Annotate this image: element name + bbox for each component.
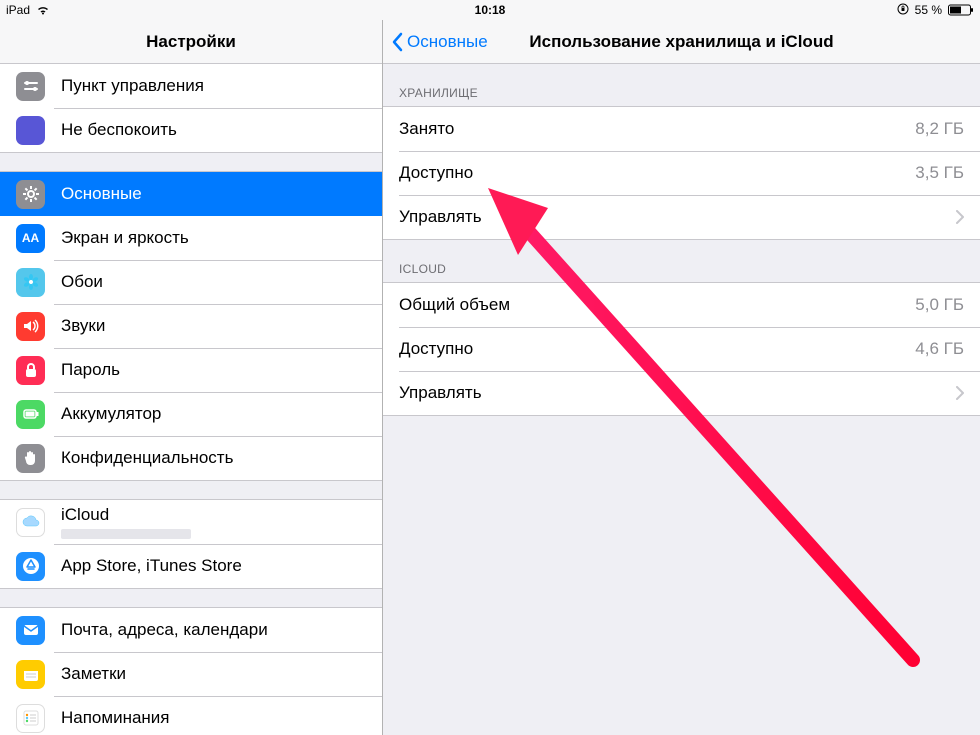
detail-row-storage-avail: Доступно 3,5 ГБ (383, 151, 980, 195)
carrier-label: iPad (6, 3, 30, 17)
notes-icon (16, 660, 45, 689)
sidebar-item-label: Аккумулятор (61, 404, 161, 424)
sidebar-item-dnd[interactable]: Не беспокоить (0, 108, 382, 152)
detail-row-storage-manage[interactable]: Управлять (383, 195, 980, 239)
row-value: 8,2 ГБ (915, 119, 964, 139)
battery-icon (16, 400, 45, 429)
row-label: Занято (399, 119, 454, 139)
sidebar-item-passcode[interactable]: Пароль (0, 348, 382, 392)
detail-pane: Основные Использование хранилища и iClou… (383, 20, 980, 735)
moon-icon (16, 116, 45, 145)
detail-title: Использование хранилища и iCloud (529, 32, 833, 52)
row-label: Доступно (399, 163, 473, 183)
chevron-left-icon (391, 32, 403, 52)
sidebar-item-sounds[interactable]: Звуки (0, 304, 382, 348)
switches-icon (16, 72, 45, 101)
sidebar-item-label: Почта, адреса, календари (61, 620, 268, 640)
sidebar-item-control-center[interactable]: Пункт управления (0, 64, 382, 108)
sidebar-item-label: Конфиденциальность (61, 448, 233, 468)
back-label: Основные (407, 32, 488, 52)
chevron-right-icon (956, 386, 964, 400)
sidebar-item-wallpaper[interactable]: Обои (0, 260, 382, 304)
sidebar-item-label: Основные (61, 184, 142, 204)
detail-navbar: Основные Использование хранилища и iClou… (383, 20, 980, 64)
row-label: Управлять (399, 207, 482, 227)
section-header: ICLOUD (383, 240, 980, 282)
sidebar-item-label: Пункт управления (61, 76, 204, 96)
section-header: ХРАНИЛИЩЕ (383, 64, 980, 106)
sidebar-item-label: Звуки (61, 316, 105, 336)
sidebar-item-general[interactable]: Основные (0, 172, 382, 216)
speaker-icon (16, 312, 45, 341)
sidebar-item-stores[interactable]: App Store, iTunes Store (0, 544, 382, 588)
sidebar-item-privacy[interactable]: Конфиденциальность (0, 436, 382, 480)
chevron-right-icon (956, 210, 964, 224)
sidebar-item-label: iCloud (61, 505, 191, 525)
lock-icon (16, 356, 45, 385)
row-label: Управлять (399, 383, 482, 403)
detail-row-icloud-manage[interactable]: Управлять (383, 371, 980, 415)
row-value: 5,0 ГБ (915, 295, 964, 315)
sidebar-item-label: Напоминания (61, 708, 170, 728)
mail-icon (16, 616, 45, 645)
sidebar-item-label: Заметки (61, 664, 126, 684)
row-value: 3,5 ГБ (915, 163, 964, 183)
sidebar-item-notes[interactable]: Заметки (0, 652, 382, 696)
sidebar-item-label: App Store, iTunes Store (61, 556, 242, 576)
battery-icon (948, 4, 974, 16)
sidebar-item-label: Экран и яркость (61, 228, 189, 248)
status-time: 10:18 (475, 3, 506, 17)
wifi-icon (36, 5, 50, 15)
battery-pct: 55 % (915, 3, 942, 17)
row-value: 4,6 ГБ (915, 339, 964, 359)
sidebar-item-label: Не беспокоить (61, 120, 177, 140)
sidebar-item-battery[interactable]: Аккумулятор (0, 392, 382, 436)
gear-icon (16, 180, 45, 209)
sidebar-navbar: Настройки (0, 20, 382, 64)
sidebar-item-label: Обои (61, 272, 103, 292)
row-label: Общий объем (399, 295, 510, 315)
back-button[interactable]: Основные (391, 32, 488, 52)
status-bar: iPad 10:18 55 % (0, 0, 980, 20)
sidebar-item-mail[interactable]: Почта, адреса, календари (0, 608, 382, 652)
sidebar-title: Настройки (146, 32, 236, 52)
flower-icon (16, 268, 45, 297)
appstore-icon (16, 552, 45, 581)
sidebar-item-display[interactable]: AA Экран и яркость (0, 216, 382, 260)
orientation-lock-icon (897, 3, 909, 18)
detail-row-icloud-avail: Доступно 4,6 ГБ (383, 327, 980, 371)
reminders-icon (16, 704, 45, 733)
settings-sidebar: Настройки Пункт управления Не беспокоить О… (0, 20, 383, 735)
sidebar-item-reminders[interactable]: Напоминания (0, 696, 382, 735)
AA-icon: AA (16, 224, 45, 253)
detail-row-icloud-total: Общий объем 5,0 ГБ (383, 283, 980, 327)
sidebar-item-icloud[interactable]: iCloud (0, 500, 382, 544)
row-label: Доступно (399, 339, 473, 359)
icloud-account-sub (61, 529, 191, 539)
cloud-icon (16, 508, 45, 537)
detail-row-storage-used: Занято 8,2 ГБ (383, 107, 980, 151)
sidebar-item-label: Пароль (61, 360, 120, 380)
hand-icon (16, 444, 45, 473)
